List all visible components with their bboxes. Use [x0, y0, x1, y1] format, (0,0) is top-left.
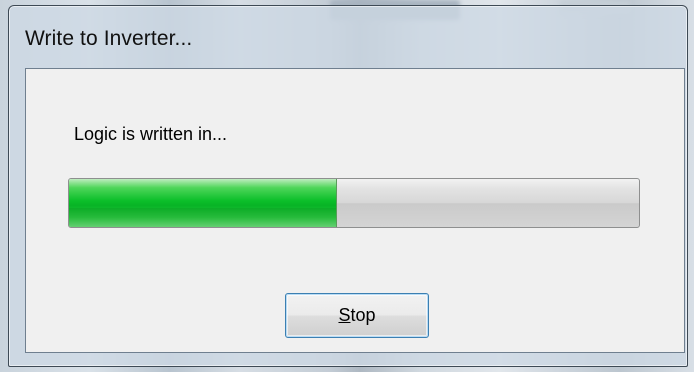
dialog-client-area: Logic is written in... Stop: [25, 68, 685, 353]
stop-button-label-rest: top: [350, 305, 376, 325]
status-message: Logic is written in...: [74, 124, 228, 144]
write-to-inverter-dialog: Write to Inverter... Logic is written in…: [8, 5, 688, 367]
stop-button-mnemonic: S: [338, 305, 351, 325]
stop-button[interactable]: Stop: [285, 293, 429, 338]
progress-bar-fill: [69, 179, 337, 227]
progress-bar: [68, 178, 640, 228]
dialog-title: Write to Inverter...: [25, 27, 193, 50]
